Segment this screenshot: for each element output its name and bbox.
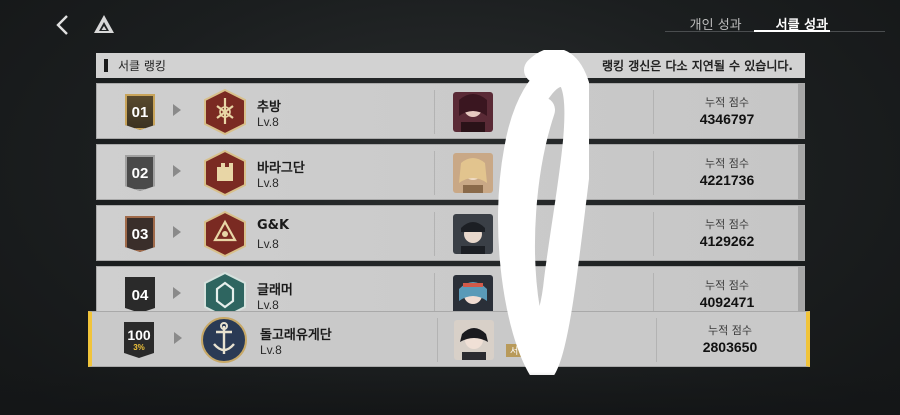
cumulative-score: 4346797 xyxy=(699,111,755,127)
circle-emblem-icon xyxy=(201,317,247,363)
play-arrow-icon xyxy=(173,226,181,238)
cumulative-score: 4129262 xyxy=(699,233,755,249)
circle-level: Lv.8 xyxy=(257,298,279,312)
bottom-fade xyxy=(0,372,900,415)
score-label: 누적 점수 xyxy=(705,157,749,170)
rank-badge: 02 xyxy=(125,155,155,191)
score-label: 누적 점수 xyxy=(705,279,749,292)
column-divider xyxy=(437,318,438,362)
rank-badge: 03 xyxy=(125,216,155,252)
my-rank-percent: 3% xyxy=(133,343,145,352)
circle-name: 글래머 xyxy=(257,283,293,298)
circle-emblem-icon xyxy=(204,88,246,136)
circle-emblem-icon xyxy=(204,210,246,258)
score-label: 누적 점수 xyxy=(705,218,749,231)
circle-emblem-icon xyxy=(204,149,246,197)
score-label: 누적 점수 xyxy=(708,324,752,337)
rank-badge: 04 xyxy=(125,277,155,313)
row-edge xyxy=(798,84,804,138)
column-divider xyxy=(653,151,654,195)
circle-name: 바라그단 xyxy=(257,161,305,176)
redaction-scribble xyxy=(498,50,589,375)
row-edge xyxy=(798,206,804,260)
leader-avatar[interactable] xyxy=(454,320,494,360)
circle-ranking-list: 01 추방 Lv.8 누적 점수 4346797 02 바라그단 Lv.8 누적… xyxy=(0,0,900,415)
play-arrow-icon xyxy=(174,332,182,344)
circle-name: G&K xyxy=(257,218,290,233)
circle-name: 돌고래유게단 xyxy=(260,328,332,343)
rank-badge: 100 3% xyxy=(124,322,154,358)
column-divider xyxy=(434,151,435,195)
my-rank: 100 xyxy=(127,327,151,343)
leader-avatar[interactable] xyxy=(453,275,493,315)
cumulative-score: 4221736 xyxy=(699,172,755,188)
circle-level: Lv.8 xyxy=(257,237,279,251)
play-arrow-icon xyxy=(173,104,181,116)
rank-badge: 01 xyxy=(125,94,155,130)
ranking-row[interactable]: 02 바라그단 Lv.8 누적 점수 4221736 xyxy=(96,144,805,200)
column-divider xyxy=(653,90,654,134)
circle-name: 추방 xyxy=(257,100,281,115)
circle-level: Lv.8 xyxy=(257,176,279,190)
leader-avatar[interactable] xyxy=(453,214,493,254)
my-circle-row[interactable]: 100 3% 돌고래유게단 Lv.8 서 누적 점수 2803650 xyxy=(88,311,810,367)
ranking-row[interactable]: 01 추방 Lv.8 누적 점수 4346797 xyxy=(96,83,805,139)
cumulative-score: 2803650 xyxy=(702,339,758,355)
play-arrow-icon xyxy=(173,165,181,177)
column-divider xyxy=(434,212,435,256)
play-arrow-icon xyxy=(173,287,181,299)
ranking-row[interactable]: 03 G&K Lv.8 누적 점수 4129262 xyxy=(96,205,805,261)
leader-avatar[interactable] xyxy=(453,153,493,193)
circle-level: Lv.8 xyxy=(257,115,279,129)
column-divider xyxy=(434,90,435,134)
cumulative-score: 4092471 xyxy=(699,294,755,310)
column-divider xyxy=(656,318,657,362)
circle-level: Lv.8 xyxy=(260,343,282,357)
leader-avatar[interactable] xyxy=(453,92,493,132)
row-edge xyxy=(798,145,804,199)
column-divider xyxy=(653,212,654,256)
score-label: 누적 점수 xyxy=(705,96,749,109)
